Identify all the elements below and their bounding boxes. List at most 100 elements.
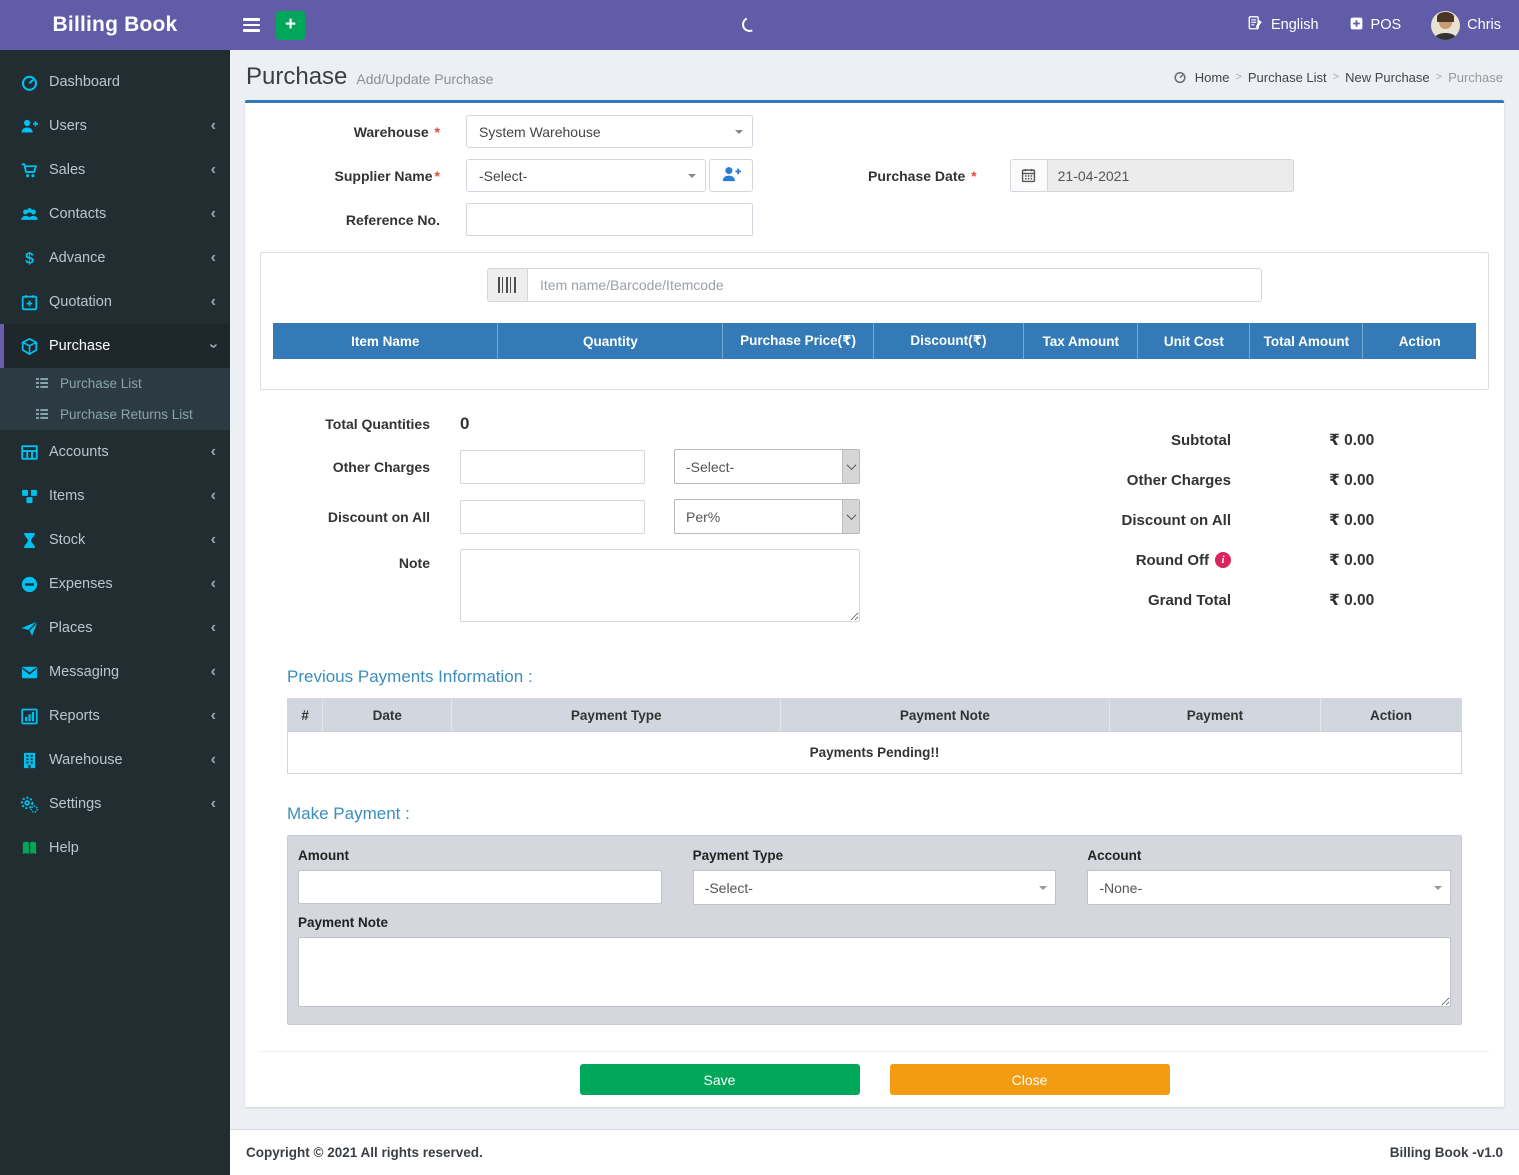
barcode-icon [487, 268, 527, 302]
pp-col-payment-note: Payment Note [780, 698, 1110, 732]
sidebar-item-sales[interactable]: Sales ‹ [0, 148, 230, 192]
sidebar-item-purchase-returns-list[interactable]: Purchase Returns List [0, 399, 230, 430]
chevron-left-icon: ‹ [210, 751, 216, 768]
pos-link[interactable]: POS [1349, 16, 1401, 35]
breadcrumb-new-purchase[interactable]: New Purchase [1345, 70, 1430, 85]
caret-down-icon [688, 174, 696, 182]
other-charges-input[interactable] [460, 449, 645, 484]
amount-input[interactable] [298, 870, 662, 904]
gears-icon [19, 794, 39, 814]
calendar-icon[interactable] [1009, 159, 1047, 192]
supplier-select[interactable]: -Select- [466, 159, 706, 192]
loading-spinner-icon [739, 14, 760, 35]
pp-col-payment: Payment [1109, 698, 1322, 732]
sidebar-toggle-button[interactable] [230, 0, 272, 50]
sidebar-item-expenses[interactable]: Expenses ‹ [0, 562, 230, 606]
discount-type-select[interactable]: Per% [674, 499, 860, 534]
payment-type-select[interactable]: -Select- [692, 870, 1057, 905]
account-label: Account [1087, 848, 1142, 863]
pp-col-date: Date [322, 698, 453, 732]
language-menu[interactable]: English [1247, 15, 1319, 36]
chevron-left-icon: ‹ [210, 487, 216, 504]
pp-col-action: Action [1320, 698, 1462, 732]
minus-circle-icon [19, 574, 39, 594]
envelope-icon [19, 662, 39, 682]
close-button[interactable]: Close [889, 1064, 1170, 1095]
total-quantities-label: Total Quantities [325, 416, 430, 432]
sidebar-item-help[interactable]: Help [0, 826, 230, 870]
cube-icon [19, 336, 39, 356]
sidebar-item-reports[interactable]: Reports ‹ [0, 694, 230, 738]
item-search-input[interactable] [527, 268, 1262, 302]
grand-total-label: Grand Total [1147, 591, 1231, 609]
chevron-left-icon: ‹ [210, 575, 216, 592]
copyright-text: Copyright © 2021 All rights reserved. [246, 1145, 483, 1160]
chevron-left-icon: ‹ [210, 795, 216, 812]
chevron-left-icon: ‹ [210, 249, 216, 266]
app-logo[interactable]: Billing Book [0, 0, 230, 50]
sidebar: Dashboard Users ‹ Sales ‹ Contacts ‹ $ Adva… [0, 50, 230, 1175]
user-menu[interactable]: Chris [1431, 10, 1501, 40]
subtotal-value: ₹ 0.00 [1329, 431, 1375, 449]
cubes-icon [19, 486, 39, 506]
other-charges-total-label: Other Charges [1126, 471, 1231, 489]
info-icon[interactable] [1215, 552, 1231, 568]
sidebar-item-stock[interactable]: Stock ‹ [0, 518, 230, 562]
select-arrow-icon [842, 500, 859, 533]
warehouse-select[interactable]: System Warehouse [466, 115, 753, 148]
hourglass-icon [19, 530, 39, 550]
user-name: Chris [1467, 17, 1501, 33]
chevron-left-icon: ‹ [210, 443, 216, 460]
account-select[interactable]: -None- [1087, 870, 1451, 905]
list-icon [34, 375, 51, 392]
discount-on-all-input[interactable] [460, 499, 645, 534]
table-icon [19, 442, 39, 462]
note-textarea[interactable] [460, 549, 860, 622]
chevron-left-icon: ‹ [210, 205, 216, 222]
add-supplier-button[interactable] [709, 159, 753, 192]
payment-note-textarea[interactable] [298, 937, 1451, 1007]
sidebar-item-quotation[interactable]: Quotation ‹ [0, 280, 230, 324]
select-arrow-icon [842, 450, 859, 483]
sidebar-item-purchase[interactable]: Purchase ‹ [0, 324, 230, 368]
sidebar-item-purchase-list[interactable]: Purchase List [0, 368, 230, 399]
previous-payments-title: Previous Payments Information : [287, 667, 533, 686]
payment-type-label: Payment Type [692, 848, 784, 863]
topbar-main: + English POS Chris [230, 0, 1519, 50]
save-button[interactable]: Save [579, 1064, 860, 1095]
breadcrumb-purchase-list[interactable]: Purchase List [1248, 70, 1327, 85]
sidebar-item-contacts[interactable]: Contacts ‹ [0, 192, 230, 236]
col-discount: Discount(₹) [873, 323, 1025, 359]
bar-chart-icon [19, 706, 39, 726]
sidebar-item-advance[interactable]: $ Advance ‹ [0, 236, 230, 280]
breadcrumb-home[interactable]: Home [1195, 70, 1230, 85]
book-icon [19, 838, 39, 858]
sidebar-item-messaging[interactable]: Messaging ‹ [0, 650, 230, 694]
sidebar-item-settings[interactable]: Settings ‹ [0, 782, 230, 826]
chevron-left-icon: ‹ [210, 161, 216, 178]
other-charges-select[interactable]: -Select- [674, 449, 860, 484]
sidebar-item-dashboard[interactable]: Dashboard [0, 60, 230, 104]
sidebar-item-warehouse[interactable]: Warehouse ‹ [0, 738, 230, 782]
app-window: Billing Book + English POS Chris Dashboa… [0, 0, 1519, 1175]
sidebar-item-items[interactable]: Items ‹ [0, 474, 230, 518]
purchase-form-card: Warehouse * System Warehouse Supplier Na… [245, 100, 1504, 1107]
chevron-left-icon: ‹ [210, 663, 216, 680]
col-quantity: Quantity [497, 323, 724, 359]
version-text: Billing Book -v1.0 [1389, 1145, 1503, 1160]
sidebar-item-places[interactable]: Places ‹ [0, 606, 230, 650]
make-payment-panel: Amount Payment Type -Select- Account -No… [287, 835, 1462, 1025]
sidebar-item-accounts[interactable]: Accounts ‹ [0, 430, 230, 474]
language-icon [1247, 15, 1264, 36]
reference-input[interactable] [466, 203, 753, 236]
sidebar-item-users[interactable]: Users ‹ [0, 104, 230, 148]
chevron-left-icon: ‹ [210, 531, 216, 548]
dashboard-icon [19, 72, 39, 92]
amount-label: Amount [298, 848, 349, 863]
language-label: English [1270, 17, 1319, 33]
subtotal-label: Subtotal [1171, 431, 1231, 449]
purchase-date-input[interactable] [1046, 159, 1294, 192]
round-off-value: ₹ 0.00 [1329, 551, 1375, 569]
quick-add-button[interactable]: + [276, 10, 305, 40]
payment-note-label: Payment Note [298, 915, 389, 930]
